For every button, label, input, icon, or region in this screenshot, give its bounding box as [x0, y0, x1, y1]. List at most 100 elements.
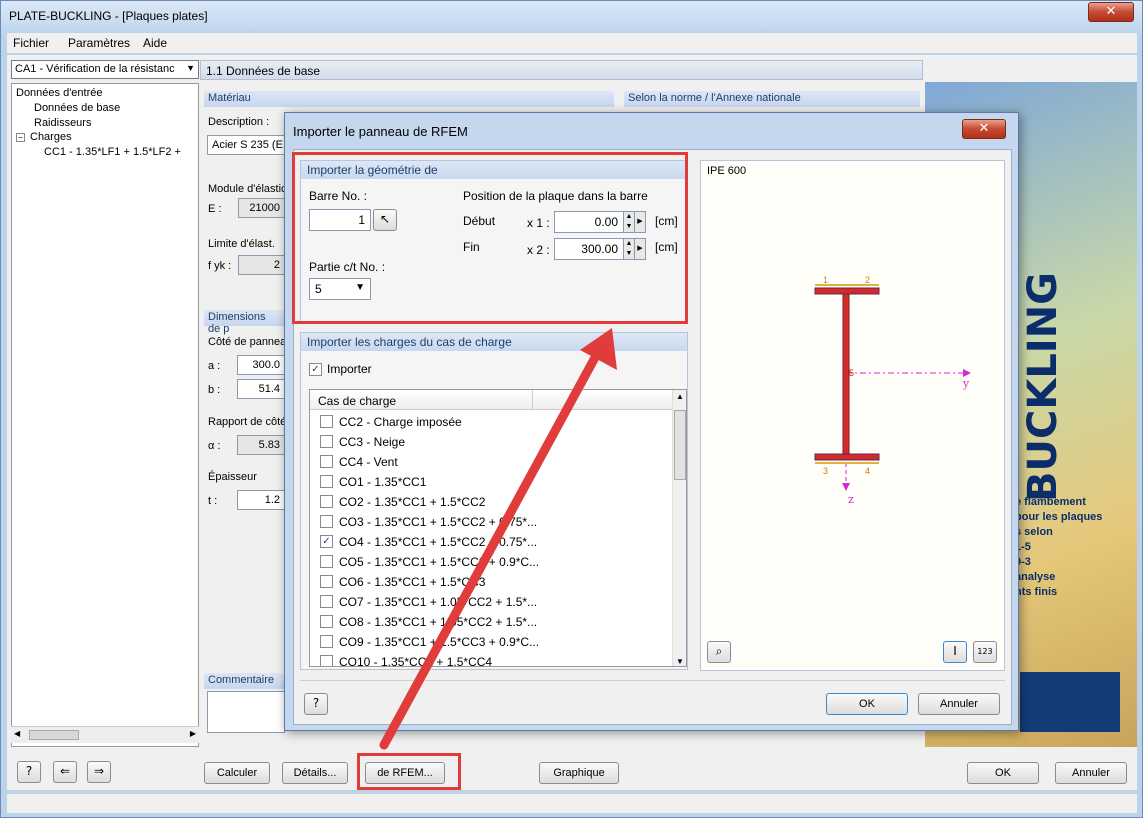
dimensions-header: Dimensions de p [204, 310, 284, 335]
dialog-close-button[interactable]: ✕ [962, 119, 1006, 139]
export-icon[interactable]: ⇒ [87, 761, 111, 783]
panel-side-label: Côté de panneau [208, 336, 293, 348]
loadcase-label: CC2 - Charge imposée [339, 415, 462, 429]
norm-header: Selon la norme / l'Annexe nationale [624, 91, 920, 107]
t-field[interactable]: 1.2 [237, 490, 285, 510]
e-field: 21000 [238, 198, 285, 218]
zoom-view-icon[interactable]: ⌕ [707, 641, 731, 663]
geometry-highlight-box [292, 152, 688, 324]
loadcase-checkbox[interactable] [320, 515, 333, 528]
loadcase-label: CO8 - 1.35*CC1 + 1.05*CC2 + 1.5*... [339, 615, 538, 629]
section-title: 1.1 Données de base [206, 64, 321, 78]
loadcase-checkbox[interactable] [320, 575, 333, 588]
a-field[interactable]: 300.0 [237, 355, 285, 375]
window-title: PLATE-BUCKLING - [Plaques plates] [9, 9, 208, 23]
banner-line-3: s selon [1015, 526, 1053, 538]
node-2-label: 2 [865, 275, 870, 285]
case-selector-value: CA1 - Vérification de la résistanc [15, 63, 175, 75]
loadcase-list: Cas de charge CC2 - Charge imposée CC3 - … [309, 389, 687, 667]
tree-item-donnees-de-base[interactable]: Données de base [34, 102, 120, 114]
scroll-left-icon[interactable]: ◀ [14, 729, 20, 738]
dialog-help-icon[interactable]: ? [304, 693, 328, 715]
description-label: Description : [208, 116, 270, 128]
loadcase-checkbox[interactable] [320, 635, 333, 648]
fyk-field: 2 [238, 255, 285, 275]
import-label: Importer [327, 362, 372, 376]
loadcase-label: CO1 - 1.35*CC1 [339, 475, 427, 489]
node-5-label: 5 [849, 368, 854, 378]
tree-scrollbar[interactable]: ◀ ▶ [11, 726, 199, 743]
loadcase-label: CO10 - 1.35*CC1 + 1.5*CC4 [339, 655, 493, 667]
loadcase-label: CC3 - Neige [339, 435, 406, 449]
dialog-cancel-button[interactable]: Annuler [918, 693, 1000, 715]
b-field[interactable]: 51.4 [237, 379, 285, 399]
ok-button[interactable]: OK [967, 762, 1039, 784]
rfem-button-highlight-box [357, 753, 461, 790]
banner-title: BUCKLING [1020, 272, 1066, 502]
loadcase-checkbox[interactable] [320, 555, 333, 568]
menu-fichier[interactable]: Fichier [13, 36, 49, 50]
description-field[interactable]: Acier S 235 (E [207, 135, 285, 155]
loadcase-column-header: Cas de charge [310, 390, 672, 410]
tree-expand-icon[interactable]: − [16, 133, 25, 142]
banner-line-1: e flambement [1015, 496, 1086, 508]
scroll-right-icon[interactable]: ▶ [190, 729, 196, 738]
cancel-button[interactable]: Annuler [1055, 762, 1127, 784]
numbering-icon[interactable]: 123 [973, 641, 997, 663]
loadcase-checkbox[interactable] [320, 455, 333, 468]
loadcase-label: CO7 - 1.35*CC1 + 1.05*CC2 + 1.5*... [339, 595, 538, 609]
thickness-label: Épaisseur [208, 471, 257, 483]
window-close-button[interactable]: ✕ [1088, 2, 1134, 22]
loadcase-checkbox[interactable] [320, 495, 333, 508]
ipe-section-drawing: y z 1 2 3 4 5 [814, 275, 971, 506]
node-4-label: 4 [865, 466, 870, 476]
scroll-thumb[interactable] [29, 730, 79, 740]
menu-parametres[interactable]: Paramètres [68, 36, 130, 50]
loadcase-checkbox[interactable]: ✓ [320, 535, 333, 548]
navigator-tree: Données d'entrée Données de base Raidiss… [11, 83, 199, 747]
loadcase-label: CO4 - 1.35*CC1 + 1.5*CC2 + 0.75*... [339, 535, 538, 549]
loadcase-checkbox[interactable] [320, 475, 333, 488]
import-checkbox[interactable]: ✓ [309, 363, 322, 376]
a-label: a : [208, 360, 221, 372]
loadcase-checkbox[interactable] [320, 435, 333, 448]
menu-bar: Fichier Paramètres Aide [7, 33, 1137, 53]
dialog-title: Importer le panneau de RFEM [293, 124, 468, 139]
calculate-button[interactable]: Calculer [204, 762, 270, 784]
alpha-field: 5.83 [237, 435, 285, 455]
loadcase-label: CO2 - 1.35*CC1 + 1.5*CC2 [339, 495, 486, 509]
bottom-flange [814, 453, 880, 461]
tree-item-raidisseurs[interactable]: Raidisseurs [34, 117, 91, 129]
case-selector[interactable]: CA1 - Vérification de la résistanc ▼ [11, 60, 199, 79]
node-3-label: 3 [823, 466, 828, 476]
help-icon[interactable]: ? [17, 761, 41, 783]
loadcase-checkbox[interactable] [320, 415, 333, 428]
banner-logo-panel [1020, 672, 1120, 732]
dialog-ok-button[interactable]: OK [826, 693, 908, 715]
section-title-bar: 1.1 Données de base [200, 60, 923, 80]
dialog-footer [300, 680, 1005, 681]
loadcase-checkbox[interactable] [320, 615, 333, 628]
title-bar: PLATE-BUCKLING - [Plaques plates] ✕ [1, 1, 1142, 31]
tree-item-cc1[interactable]: CC1 - 1.35*LF1 + 1.5*LF2 + [44, 146, 181, 158]
loadcase-checkbox[interactable] [320, 595, 333, 608]
graphics-button[interactable]: Graphique [539, 762, 619, 784]
tree-item-charges[interactable]: Charges [30, 131, 72, 143]
list-scrollbar[interactable]: ▲ ▼ [672, 390, 686, 666]
tree-root[interactable]: Données d'entrée [16, 87, 103, 99]
scroll-down-icon[interactable]: ▼ [676, 657, 684, 666]
scroll-up-icon[interactable]: ▲ [676, 392, 684, 401]
details-button[interactable]: Détails... [282, 762, 348, 784]
column-divider [532, 390, 533, 410]
menu-aide[interactable]: Aide [143, 36, 167, 50]
scroll-thumb[interactable] [674, 410, 686, 480]
loadcase-label: CO6 - 1.35*CC1 + 1.5*CC3 [339, 575, 486, 589]
loadcase-checkbox[interactable] [320, 655, 333, 666]
axis-y-label: y [962, 377, 970, 390]
comment-field[interactable] [207, 691, 285, 733]
material-header: Matériau [204, 91, 614, 107]
axis-z-label: z [848, 493, 854, 506]
section-view-icon[interactable]: I [943, 641, 967, 663]
import-icon[interactable]: ⇐ [53, 761, 77, 783]
b-label: b : [208, 384, 221, 396]
